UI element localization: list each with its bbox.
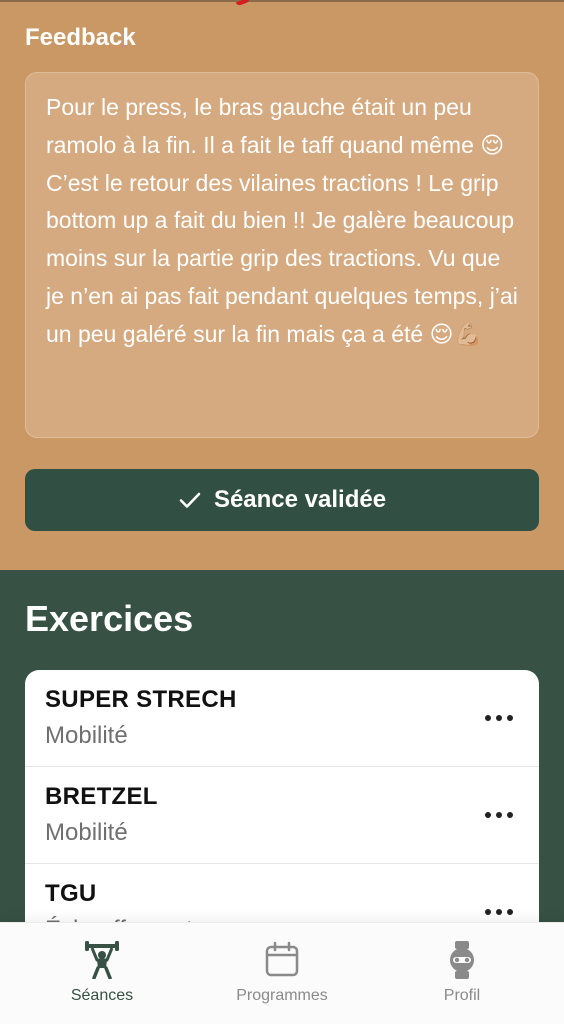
exercises-title: Exercices	[25, 598, 194, 639]
feedback-title: Feedback	[25, 24, 136, 51]
exercise-name: BRETZEL	[45, 783, 158, 810]
nav-label-seances: Séances	[70, 987, 134, 1004]
feedback-section: Feedback Pour le press, le bras gauche é…	[0, 0, 564, 570]
more-options-icon[interactable]	[485, 805, 513, 825]
exercise-name: TGU	[45, 880, 97, 907]
more-options-icon[interactable]	[485, 708, 513, 728]
exercise-item[interactable]: BRETZEL Mobilité	[25, 767, 539, 864]
nav-item-profil[interactable]: Profil	[392, 941, 532, 1005]
nav-item-seances[interactable]: Séances	[32, 941, 172, 1005]
exercise-category: Mobilité	[45, 819, 128, 846]
more-options-icon[interactable]	[485, 902, 513, 922]
feedback-textarea[interactable]: Pour le press, le bras gauche était un p…	[25, 72, 539, 438]
top-indicator	[235, 0, 251, 7]
session-validated-label: Séance validée	[213, 486, 387, 513]
nav-label-programmes: Programmes	[236, 987, 328, 1004]
exercise-name: SUPER STRECH	[45, 686, 237, 713]
calendar-icon	[265, 941, 299, 977]
smartwatch-icon	[450, 941, 474, 979]
check-icon	[179, 492, 201, 508]
exercise-category: Mobilité	[45, 722, 128, 749]
top-divider	[0, 0, 564, 2]
bottom-navigation: Séances Programmes Profil	[0, 922, 564, 1024]
weightlifter-icon	[85, 941, 119, 979]
nav-item-programmes[interactable]: Programmes	[212, 941, 352, 1005]
session-validated-button[interactable]: Séance validée	[25, 469, 539, 531]
exercise-item[interactable]: SUPER STRECH Mobilité	[25, 670, 539, 767]
nav-label-profil: Profil	[443, 987, 481, 1004]
